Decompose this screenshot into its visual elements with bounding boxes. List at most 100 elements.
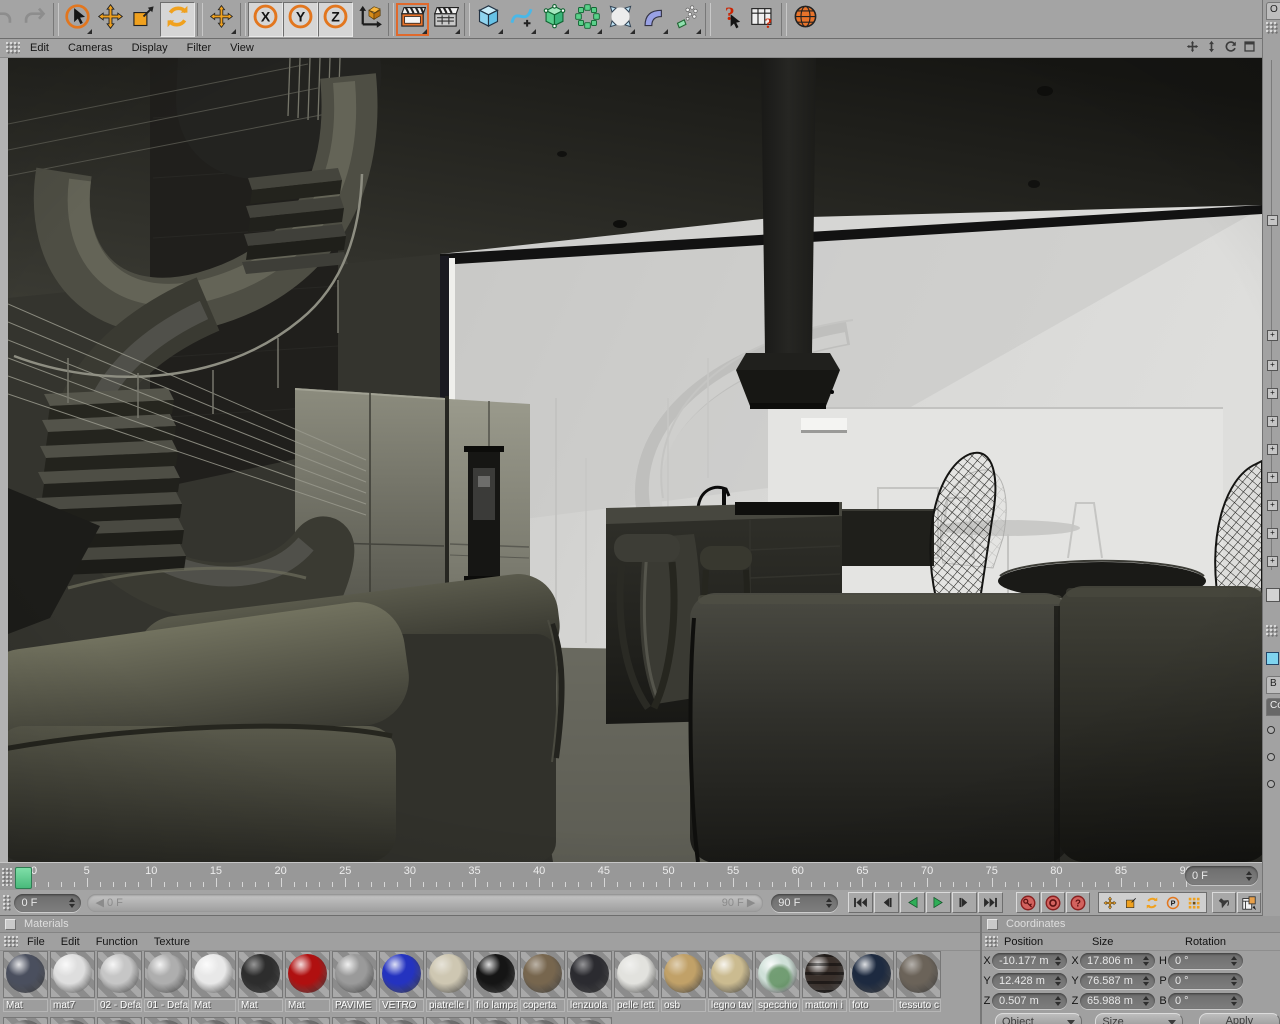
material-thumbnail[interactable] — [379, 951, 424, 998]
material-thumbnail-partial[interactable] — [520, 1017, 565, 1024]
material-thumbnail-partial[interactable] — [50, 1017, 95, 1024]
scale-key-toggle[interactable] — [1121, 893, 1141, 912]
materials-menu-texture[interactable]: Texture — [154, 936, 190, 948]
material-thumbnail[interactable] — [896, 951, 941, 998]
viewport-menu-display[interactable]: Display — [130, 41, 170, 55]
material-thumbnail[interactable] — [661, 951, 706, 998]
material-name[interactable]: coperta — [520, 999, 565, 1012]
material-item[interactable]: mat7 — [50, 951, 95, 1012]
materials-menu-function[interactable]: Function — [96, 936, 138, 948]
material-thumbnail[interactable] — [97, 951, 142, 998]
objects-grip[interactable] — [1266, 22, 1278, 34]
materials-menu-edit[interactable]: Edit — [61, 936, 80, 948]
material-item[interactable]: Mat — [238, 951, 283, 1012]
pan-view-icon[interactable] — [1186, 40, 1199, 56]
material-thumbnail-partial[interactable] — [3, 1017, 48, 1024]
material-name[interactable]: piatrelle l — [426, 999, 471, 1012]
preview-range-slider[interactable]: ◀ 0 F 90 F ▶ — [87, 893, 764, 912]
coordinates-grip[interactable] — [985, 936, 998, 947]
material-item[interactable]: Mat — [285, 951, 330, 1012]
material-thumbnail[interactable] — [238, 951, 283, 998]
spinner[interactable] — [1053, 976, 1063, 986]
add-particle-button[interactable] — [604, 3, 637, 36]
spinner[interactable] — [824, 897, 834, 908]
size-field[interactable]: 76.587 m — [1080, 973, 1155, 989]
rotation-field[interactable]: 0 ° — [1168, 993, 1243, 1009]
previous-frame-button[interactable] — [874, 892, 900, 913]
keyframe-help-button[interactable]: ? — [1066, 892, 1091, 913]
material-thumbnail[interactable] — [755, 951, 800, 998]
panel-checkbox[interactable] — [5, 918, 16, 930]
material-thumbnail-partial[interactable] — [473, 1017, 518, 1024]
material-thumbnail[interactable] — [332, 951, 377, 998]
position-key-toggle[interactable] — [1100, 893, 1120, 912]
lock-z-axis[interactable]: Z — [318, 1, 353, 37]
material-thumbnail-partial[interactable] — [332, 1017, 377, 1024]
apply-button[interactable]: Apply — [1198, 1013, 1280, 1024]
command-help-button[interactable]: ? — [746, 3, 779, 36]
viewport-menu-edit[interactable]: Edit — [28, 41, 51, 55]
viewport-menu-filter[interactable]: Filter — [185, 41, 213, 55]
spinner[interactable] — [1244, 870, 1254, 881]
materials-menu-file[interactable]: File — [27, 936, 45, 948]
tree-expand-toggle[interactable]: + — [1267, 556, 1278, 567]
spinner[interactable] — [1141, 956, 1151, 966]
material-name[interactable]: osb — [661, 999, 706, 1012]
material-thumbnail-partial[interactable] — [379, 1017, 424, 1024]
position-field[interactable]: -10.177 m — [992, 953, 1067, 969]
material-thumbnail[interactable] — [849, 951, 894, 998]
material-item[interactable]: Mat — [3, 951, 48, 1012]
material-name[interactable]: pelle lett — [614, 999, 659, 1012]
material-item[interactable]: legno tav — [708, 951, 753, 1012]
add-spline-button[interactable] — [505, 3, 538, 36]
material-item[interactable]: VETRO — [379, 951, 424, 1012]
material-thumbnail[interactable] — [708, 951, 753, 998]
material-slot[interactable] — [1266, 588, 1280, 602]
play-sound-toggle[interactable] — [1212, 892, 1236, 913]
material-thumbnail[interactable] — [567, 951, 612, 998]
spinner[interactable] — [1053, 996, 1063, 1006]
ruler-grip[interactable] — [2, 868, 12, 886]
position-field[interactable]: 0.507 m — [992, 993, 1067, 1009]
add-modeling-object-button[interactable] — [571, 3, 604, 36]
spinner[interactable] — [1141, 996, 1151, 1006]
position-field[interactable]: 12.428 m — [992, 973, 1067, 989]
material-name[interactable]: legno tav — [708, 999, 753, 1012]
spinner[interactable] — [1141, 976, 1151, 986]
attributes-grip[interactable] — [1266, 625, 1278, 637]
size-field[interactable]: 65.988 m — [1080, 993, 1155, 1009]
coordinate-system-toggle[interactable] — [353, 3, 386, 36]
panel-checkbox[interactable] — [987, 918, 998, 930]
move-tool[interactable] — [94, 3, 127, 36]
material-name[interactable]: VETRO — [379, 999, 424, 1012]
basic-tab[interactable]: B — [1266, 676, 1280, 694]
material-item[interactable]: osb — [661, 951, 706, 1012]
material-thumbnail-partial[interactable] — [144, 1017, 189, 1024]
material-name[interactable]: 02 - Defa — [97, 999, 142, 1012]
add-scene-object-button[interactable] — [670, 3, 703, 36]
material-name[interactable]: PAVIME — [332, 999, 377, 1012]
tree-expand-toggle[interactable]: + — [1267, 444, 1278, 455]
online-browser-button[interactable] — [789, 3, 822, 36]
objects-panel-tab[interactable]: O — [1266, 2, 1280, 20]
material-thumbnail[interactable] — [520, 951, 565, 998]
spinner[interactable] — [1053, 956, 1063, 966]
tree-expand-toggle[interactable]: + — [1267, 528, 1278, 539]
materials-title-bar[interactable]: Materials — [0, 916, 980, 933]
material-item[interactable]: lenzuola — [567, 951, 612, 1012]
rotation-key-toggle[interactable] — [1142, 893, 1162, 912]
material-item[interactable]: PAVIME — [332, 951, 377, 1012]
rotation-field[interactable]: 0 ° — [1168, 973, 1243, 989]
material-item[interactable]: coperta — [520, 951, 565, 1012]
material-thumbnail-partial[interactable] — [97, 1017, 142, 1024]
menubar-grip[interactable] — [6, 42, 20, 54]
record-keyframe-button[interactable] — [1016, 892, 1041, 913]
materials-grip[interactable] — [4, 936, 18, 947]
rotation-field[interactable]: 0 ° — [1168, 953, 1243, 969]
tree-expand-toggle[interactable]: + — [1267, 388, 1278, 399]
rotate-tool[interactable] — [160, 1, 195, 37]
material-name[interactable]: mattoni i — [802, 999, 847, 1012]
live-selection-tool[interactable] — [61, 3, 94, 36]
spinner[interactable] — [67, 897, 77, 908]
pla-key-toggle[interactable] — [1184, 893, 1204, 912]
